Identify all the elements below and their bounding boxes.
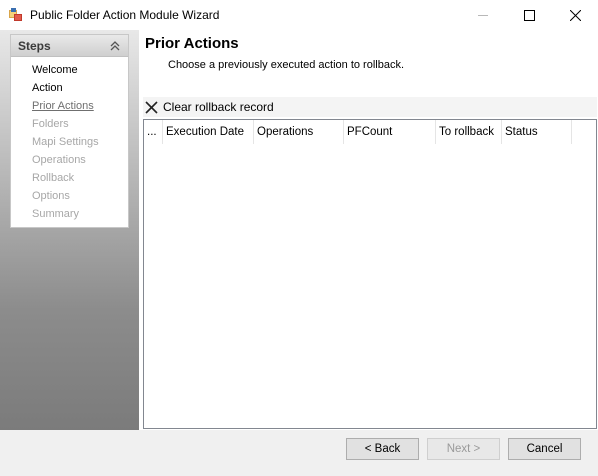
minimize-icon <box>477 14 488 16</box>
app-icon <box>9 8 22 21</box>
step-action[interactable]: Action <box>32 82 63 94</box>
next-button: Next > <box>427 438 500 460</box>
column-header-pfcount[interactable]: PFCount <box>344 120 436 144</box>
step-folders: Folders <box>32 118 69 130</box>
toolbar: Clear rollback record <box>143 97 597 117</box>
column-header-more[interactable]: ... <box>144 120 163 144</box>
maximize-button[interactable] <box>506 0 552 30</box>
clear-rollback-label: Clear rollback record <box>163 100 274 114</box>
step-summary: Summary <box>32 208 80 220</box>
column-header-operations[interactable]: Operations <box>254 120 344 144</box>
cancel-button[interactable]: Cancel <box>508 438 581 460</box>
page-title: Prior Actions <box>145 35 239 52</box>
step-options: Options <box>32 190 70 202</box>
column-header-status[interactable]: Status <box>502 120 572 144</box>
close-icon <box>569 9 581 21</box>
title-bar: Public Folder Action Module Wizard <box>0 0 598 30</box>
step-rollback: Rollback <box>32 172 75 184</box>
step-mapi-settings: Mapi Settings <box>32 136 99 148</box>
column-header-to-rollback[interactable]: To rollback <box>436 120 502 144</box>
steps-header[interactable]: Steps <box>11 35 128 57</box>
step-operations: Operations <box>32 154 86 166</box>
grid-header: ... Execution Date Operations PFCount To… <box>144 120 596 144</box>
back-button[interactable]: < Back <box>346 438 419 460</box>
x-icon <box>145 100 158 114</box>
prior-actions-grid[interactable]: ... Execution Date Operations PFCount To… <box>143 119 597 429</box>
maximize-icon <box>523 9 535 21</box>
window-title: Public Folder Action Module Wizard <box>30 8 220 22</box>
close-button[interactable] <box>552 0 598 30</box>
step-welcome[interactable]: Welcome <box>32 64 78 76</box>
steps-panel: Steps Welcome Action Prior Actions Folde… <box>10 34 129 228</box>
double-chevron-up-icon[interactable] <box>110 40 120 52</box>
steps-title: Steps <box>18 39 51 53</box>
step-prior-actions[interactable]: Prior Actions <box>32 100 94 112</box>
footer: < Back Next > Cancel <box>0 430 598 476</box>
clear-rollback-record-button[interactable]: Clear rollback record <box>145 98 274 116</box>
page-subtitle: Choose a previously executed action to r… <box>168 59 405 71</box>
column-header-execution-date[interactable]: Execution Date <box>163 120 254 144</box>
minimize-button[interactable] <box>460 0 506 30</box>
